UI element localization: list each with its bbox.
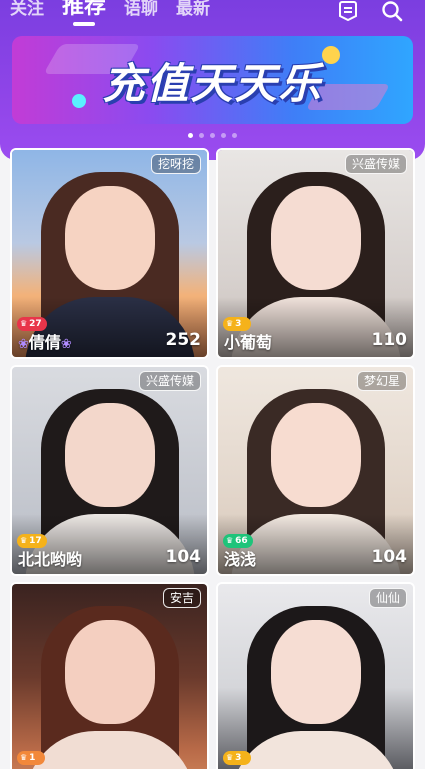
room-tag: 挖呀挖 [150,154,201,174]
level-badge: ♛ 27 [17,317,47,331]
crown-icon: ♛ [20,319,28,328]
tab-voice-chat[interactable]: 语聊 [124,0,158,20]
level-value: 27 [29,319,42,329]
crown-icon: ♛ [20,753,28,762]
tab-bar: 关注 推荐 语聊 最新 [10,0,210,20]
search-icon[interactable] [381,0,403,22]
tab-recommend[interactable]: 推荐 [62,0,106,20]
room-card[interactable]: 挖呀挖 ♛ 27 ❀倩倩❀ 252 [10,148,209,359]
level-badge: ♛ 1 [17,751,45,765]
crown-icon: ♛ [226,536,234,545]
room-card[interactable]: 兴盛传媒 ♛ 3 小葡萄 110 [216,148,415,359]
level-value: 3 [235,319,242,329]
top-header: 关注 推荐 语聊 最新 充值天天乐 [0,0,425,160]
level-badge: ♛ 66 [223,534,253,548]
host-name: 小葡萄 [224,333,273,352]
host-name-text: 倩倩 [28,333,61,352]
host-photo [218,584,413,769]
viewer-count: 104 [371,547,408,567]
level-badge: ♛ 3 [223,317,251,331]
flower-icon: ❀ [18,337,29,352]
room-tag: 兴盛传媒 [138,371,201,391]
level-value: 17 [29,536,42,546]
level-badge: ♛ 3 [223,751,251,765]
carousel-dot[interactable] [221,133,226,138]
carousel-dot[interactable] [188,133,193,138]
room-card[interactable]: 兴盛传媒 ♛ 17 北北哟哟 104 [10,365,209,576]
crown-icon: ♛ [20,536,28,545]
crown-icon: ♛ [226,753,234,762]
level-value: 66 [235,536,248,546]
viewer-count: 252 [165,330,202,350]
level-badge: ♛ 17 [17,534,47,548]
message-icon[interactable] [337,0,359,22]
host-photo [12,584,207,769]
tab-follow[interactable]: 关注 [10,0,44,20]
carousel-dot[interactable] [232,133,237,138]
room-card[interactable]: 安吉 ♛ 1 [10,582,209,769]
carousel-indicator [0,133,425,138]
carousel-dot[interactable] [210,133,215,138]
host-name: 浅浅 [224,550,257,569]
room-tag: 仙仙 [368,588,407,608]
room-card[interactable]: 仙仙 ♛ 3 [216,582,415,769]
room-tag: 安吉 [162,588,201,608]
host-name: 北北哟哟 [18,550,83,569]
room-tag: 梦幻星 [356,371,407,391]
header-actions [337,0,403,22]
room-card[interactable]: 梦幻星 ♛ 66 浅浅 104 [216,365,415,576]
tab-latest[interactable]: 最新 [176,0,210,20]
viewer-count: 104 [165,547,202,567]
crown-icon: ♛ [226,319,234,328]
room-tag: 兴盛传媒 [344,154,407,174]
level-value: 1 [29,753,36,763]
viewer-count: 110 [371,330,408,350]
level-value: 3 [235,753,242,763]
banner-title: 充值天天乐 [102,58,323,108]
host-name: ❀倩倩❀ [18,333,72,355]
carousel-dot[interactable] [199,133,204,138]
flower-icon: ❀ [60,337,72,352]
promo-banner[interactable]: 充值天天乐 [12,36,413,124]
